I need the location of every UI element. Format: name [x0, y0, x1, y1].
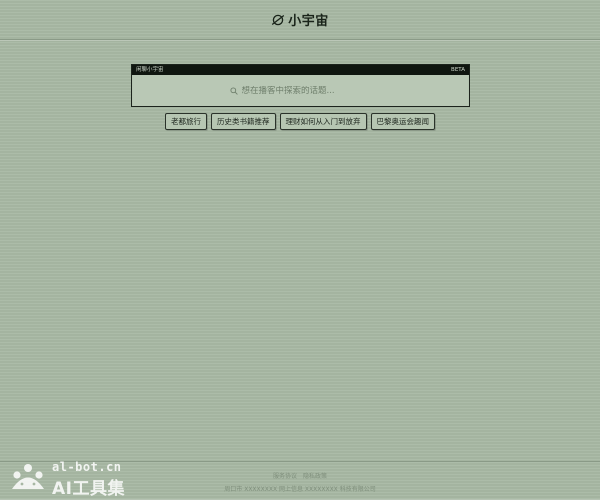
brand[interactable]: 小宇宙 — [271, 10, 329, 29]
footer-link-terms[interactable]: 服务协议 — [273, 473, 297, 480]
footer-link-privacy[interactable]: 隐私政策 — [303, 473, 327, 480]
search-box[interactable] — [133, 75, 468, 106]
watermark-name: AI工具集 — [52, 479, 125, 499]
suggestion-chip-olympics[interactable]: 巴黎奥运会趣闻 — [370, 113, 435, 130]
beta-badge: BETA — [451, 67, 465, 73]
suggestion-chip-investing[interactable]: 理财如何从入门到放弃 — [279, 113, 367, 130]
search-icon — [229, 86, 238, 95]
panel-title-bar: 闲聊小宇宙 BETA — [132, 65, 469, 75]
search-panel: 闲聊小宇宙 BETA — [131, 64, 470, 107]
panel-title: 闲聊小宇宙 — [136, 67, 164, 73]
search-input[interactable] — [241, 85, 372, 96]
watermark-domain: al-bot.cn — [52, 460, 122, 474]
watermark-logo-icon — [12, 464, 44, 489]
suggestion-list: 老都旅行 历史类书籍推荐 理财如何从入门到放弃 巴黎奥运会趣闻 — [0, 113, 600, 130]
brand-title: 小宇宙 — [288, 14, 329, 29]
suggestion-chip-history-books[interactable]: 历史类书籍推荐 — [211, 113, 276, 130]
planet-icon — [272, 14, 285, 25]
watermark: al-bot.cn AI工具集 — [8, 460, 138, 499]
suggestion-chip-travel[interactable]: 老都旅行 — [165, 113, 207, 130]
top-header: 小宇宙 — [0, 0, 600, 40]
